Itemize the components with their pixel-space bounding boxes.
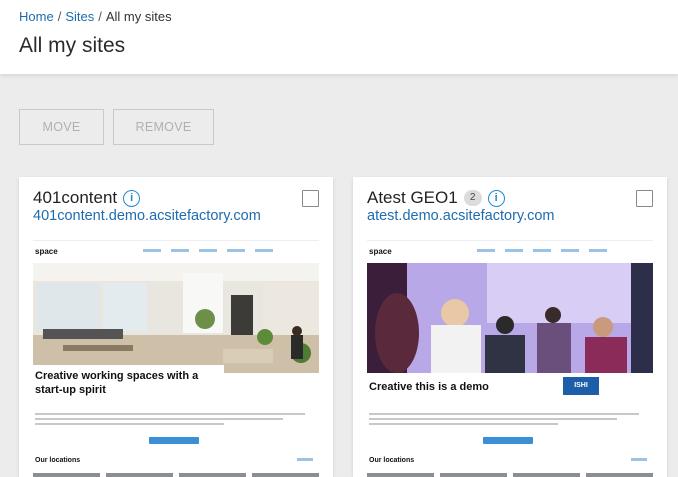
- page-header: Home / Sites / All my sites All my sites: [0, 0, 678, 74]
- breadcrumb-separator: /: [98, 9, 102, 24]
- breadcrumb: Home / Sites / All my sites: [19, 9, 172, 24]
- site-name-row: Atest GEO1 2 i: [367, 188, 505, 208]
- preview-view-more-link: [631, 458, 647, 461]
- preview-overlay-label: ISHI: [563, 377, 599, 395]
- breadcrumb-sites-link[interactable]: Sites: [65, 9, 94, 24]
- preview-body-text: [369, 413, 639, 428]
- preview-navbar: space: [367, 241, 653, 263]
- preview-nav-links: [143, 249, 273, 252]
- preview-logo: space: [369, 247, 392, 256]
- site-name: 401content: [33, 188, 118, 207]
- site-url-link[interactable]: atest.demo.acsitefactory.com: [367, 208, 555, 224]
- preview-nav-links: [477, 249, 607, 252]
- preview-location-images: [367, 473, 653, 477]
- preview-section-heading: Our locations: [369, 457, 415, 464]
- site-select-checkbox[interactable]: [302, 190, 319, 207]
- preview-headline: Creative this is a demo: [367, 376, 561, 399]
- site-name: Atest GEO1: [367, 188, 458, 207]
- preview-headline: Creative working spaces with a start-up …: [33, 365, 224, 402]
- site-select-checkbox[interactable]: [636, 190, 653, 207]
- preview-cta-button: [483, 437, 533, 444]
- site-card[interactable]: Atest GEO1 2 i atest.demo.acsitefactory.…: [353, 177, 667, 477]
- site-name-row: 401content i: [33, 188, 141, 208]
- move-button[interactable]: MOVE: [19, 109, 104, 145]
- breadcrumb-separator: /: [57, 9, 62, 24]
- info-icon[interactable]: i: [123, 189, 141, 207]
- site-preview-thumbnail[interactable]: space Creative this is a demo ISHI Our l…: [367, 240, 653, 477]
- preview-navbar: space: [33, 241, 319, 263]
- preview-view-more-link: [297, 458, 313, 461]
- preview-body-text: [35, 413, 305, 428]
- breadcrumb-current: All my sites: [105, 9, 172, 24]
- preview-logo: space: [35, 247, 58, 256]
- preview-cta-button: [149, 437, 199, 444]
- preview-hero-image: [367, 263, 653, 373]
- remove-button[interactable]: REMOVE: [113, 109, 214, 145]
- site-url-link[interactable]: 401content.demo.acsitefactory.com: [33, 208, 261, 224]
- page-title: All my sites: [19, 34, 126, 57]
- breadcrumb-home-link[interactable]: Home: [19, 9, 54, 24]
- site-count-badge: 2: [463, 190, 482, 206]
- site-preview-thumbnail[interactable]: space Creative working spaces with a sta…: [33, 240, 319, 477]
- info-icon[interactable]: i: [487, 189, 505, 207]
- preview-location-images: [33, 473, 319, 477]
- preview-section-heading: Our locations: [35, 457, 81, 464]
- preview-hero-image: [33, 263, 319, 373]
- site-card[interactable]: 401content i 401content.demo.acsitefacto…: [19, 177, 333, 477]
